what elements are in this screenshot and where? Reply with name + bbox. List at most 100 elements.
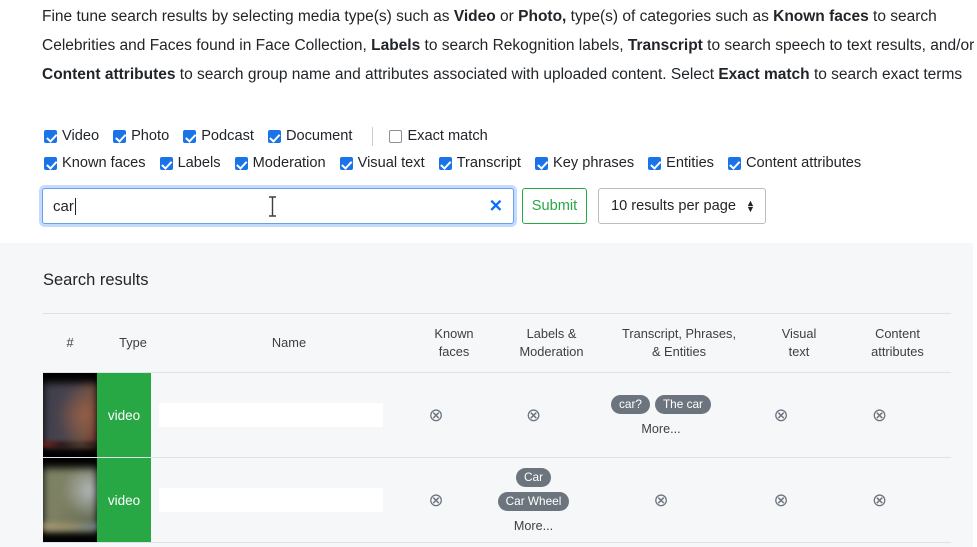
result-name-cell[interactable] — [151, 373, 391, 457]
checkbox-label: Labels — [177, 155, 221, 172]
column-header-line: attributes — [871, 344, 924, 359]
checkbox-label: Video — [62, 128, 100, 145]
more-link[interactable]: More... — [514, 519, 553, 533]
checkbox-entities[interactable]: Entities — [648, 156, 714, 171]
filter-divider — [372, 127, 374, 146]
checkbox-label: Moderation — [252, 155, 326, 172]
checkbox-checked-icon[interactable] — [183, 130, 197, 143]
checkbox-known-faces[interactable]: Known faces — [44, 156, 146, 171]
column-header-attrs: Content attributes — [844, 325, 951, 361]
cell-visual-text: ⊗ — [736, 458, 826, 542]
results-title: Search results — [43, 271, 149, 289]
circle-x-icon: ⊗ — [871, 490, 888, 510]
column-header-faces: Known faces — [409, 325, 499, 361]
checkbox-document[interactable]: Document — [267, 128, 353, 145]
result-name-redacted — [159, 488, 383, 512]
column-header-visual: Visual text — [754, 325, 844, 361]
description-emphasis: Exact match — [718, 66, 810, 83]
checkbox-checked-icon[interactable] — [234, 157, 248, 170]
checkbox-moderation[interactable]: Moderation — [234, 155, 326, 172]
result-thumbnail[interactable] — [43, 458, 97, 542]
media-type-badge: video — [97, 373, 151, 457]
checkbox-video[interactable]: Video — [44, 129, 99, 144]
description-emphasis: Video — [453, 8, 496, 25]
circle-x-icon: ⊗ — [773, 405, 789, 425]
checkbox-checked-icon[interactable] — [339, 157, 353, 170]
checkbox-checked-icon[interactable] — [535, 157, 548, 170]
description-emphasis: Photo, — [518, 8, 567, 25]
checkbox-transcript[interactable]: Transcript — [438, 155, 521, 172]
table-header-row: # Type Name Known faces Labels & Moderation Tra… — [43, 313, 951, 373]
checkbox-checked-icon[interactable] — [159, 157, 173, 170]
result-tag[interactable]: The car — [654, 394, 711, 414]
result-name-cell[interactable] — [151, 458, 391, 542]
cell-content-attributes: ⊗ — [826, 373, 933, 457]
checkbox-photo[interactable]: Photo — [113, 129, 169, 144]
cell-transcript-phrases-entities: car? The car More... — [586, 373, 736, 457]
result-thumbnail[interactable] — [43, 373, 97, 457]
result-tag[interactable]: Car Wheel — [497, 491, 570, 511]
cell-visual-text: ⊗ — [736, 373, 826, 457]
checkbox-checked-icon[interactable] — [267, 130, 281, 143]
category-filter-row: Known faces Labels Moderation Visual text Tr… — [44, 153, 964, 174]
thumbnail-image — [43, 468, 97, 532]
column-header-line: Labels & — [526, 326, 577, 341]
description-emphasis: Known faces — [773, 8, 869, 25]
checkbox-checked-icon[interactable] — [113, 130, 127, 143]
description-text: or — [495, 8, 519, 25]
checkbox-labels[interactable]: Labels — [159, 155, 221, 172]
checkbox-label: Visual text — [357, 155, 425, 172]
results-table: # Type Name Known faces Labels & Moderation Tra… — [43, 313, 951, 543]
column-header-line: & Entities — [651, 344, 707, 359]
cell-known-faces: ⊗ — [391, 373, 481, 457]
tag-list: car? The car — [611, 394, 711, 414]
result-tag[interactable]: Car — [515, 467, 551, 487]
search-input[interactable]: car ✕ — [42, 188, 514, 224]
cell-labels-moderation: ⊗ — [481, 373, 586, 457]
checkbox-checked-icon[interactable] — [648, 157, 662, 170]
checkbox-checked-icon[interactable] — [44, 157, 57, 170]
search-bar: car ✕ Submit 10 results per page ▲ ▼ — [42, 188, 766, 224]
checkbox-checked-icon[interactable] — [727, 157, 741, 170]
checkbox-label: Content attributes — [745, 155, 862, 172]
submit-button[interactable]: Submit — [522, 188, 587, 224]
checkbox-label: Entities — [666, 155, 714, 172]
more-link[interactable]: More... — [641, 422, 680, 436]
table-row[interactable]: video ⊗ ⊗ car? The car More... ⊗ ⊗ — [43, 373, 951, 458]
checkbox-unchecked-icon[interactable] — [389, 130, 403, 143]
description-emphasis: Transcript — [627, 37, 703, 54]
description-text: type(s) of categories such as — [566, 8, 774, 25]
circle-x-icon: ⊗ — [773, 490, 789, 510]
circle-x-icon: ⊗ — [871, 405, 888, 425]
media-type-filter-row: Video Photo Podcast Document Exact match — [44, 126, 964, 147]
checkbox-exact-match[interactable]: Exact match — [389, 128, 488, 145]
checkbox-label: Exact match — [407, 128, 488, 145]
checkbox-key-phrases[interactable]: Key phrases — [535, 156, 634, 171]
checkbox-label: Document — [285, 128, 353, 145]
column-header-line: Known — [434, 326, 474, 341]
column-header-num: # — [43, 334, 97, 352]
search-input-value: car — [53, 197, 74, 215]
column-header-name: Name — [169, 334, 409, 352]
checkbox-podcast[interactable]: Podcast — [183, 129, 254, 144]
chevron-updown-icon: ▲ ▼ — [745, 198, 755, 214]
page-size-value: 10 results per page — [611, 198, 736, 214]
checkbox-checked-icon[interactable] — [44, 130, 57, 143]
circle-x-icon: ⊗ — [428, 405, 444, 425]
search-page: Fine tune search results by selecting me… — [0, 0, 977, 547]
checkbox-checked-icon[interactable] — [438, 157, 452, 170]
column-header-line: Content — [875, 326, 920, 341]
clear-search-icon[interactable]: ✕ — [489, 198, 503, 215]
result-tag[interactable]: car? — [611, 394, 650, 414]
column-header-line: Type — [119, 335, 147, 350]
checkbox-content-attributes[interactable]: Content attributes — [727, 155, 862, 172]
column-header-line: Moderation — [519, 344, 584, 359]
table-row[interactable]: video ⊗ Car Car Wheel More... ⊗ ⊗ ⊗ — [43, 458, 951, 543]
text-caret — [74, 197, 76, 215]
column-header-labels: Labels & Moderation — [499, 325, 604, 361]
checkbox-visual-text[interactable]: Visual text — [339, 155, 425, 172]
checkbox-label: Transcript — [456, 155, 521, 172]
result-name-redacted — [159, 403, 383, 427]
column-header-line: text — [788, 344, 810, 359]
page-size-select[interactable]: 10 results per page ▲ ▼ — [598, 188, 766, 224]
